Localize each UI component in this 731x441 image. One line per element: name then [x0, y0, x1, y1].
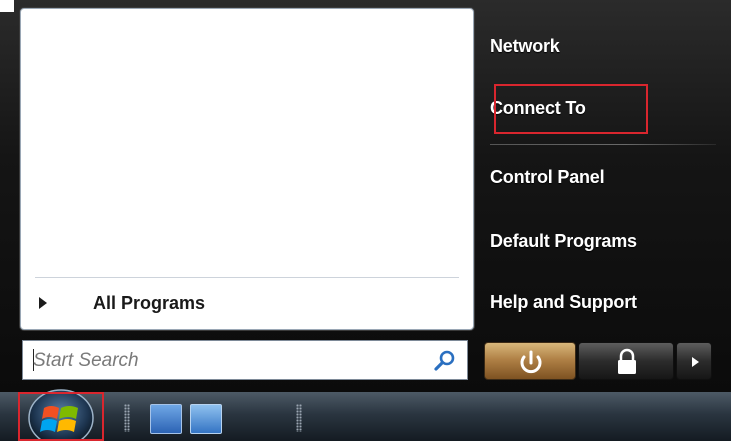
expand-arrow-icon — [39, 297, 47, 309]
programs-pane: All Programs — [20, 8, 474, 330]
shutdown-options-button[interactable] — [676, 342, 712, 380]
all-programs-label: All Programs — [93, 292, 206, 313]
help-and-support-link[interactable]: Help and Support — [490, 292, 637, 313]
magnifier-icon[interactable] — [433, 349, 457, 373]
lock-icon — [618, 348, 636, 374]
control-panel-link[interactable]: Control Panel — [490, 167, 605, 188]
screen-edge — [0, 0, 14, 12]
connect-to-highlight — [494, 84, 648, 134]
right-divider — [490, 144, 716, 145]
toolbar-grip[interactable] — [124, 404, 130, 432]
switch-windows-icon[interactable] — [190, 404, 222, 434]
power-button[interactable] — [484, 342, 576, 380]
show-desktop-icon[interactable] — [150, 404, 182, 434]
taskbar — [0, 392, 731, 441]
lock-button[interactable] — [578, 342, 674, 380]
default-programs-link[interactable]: Default Programs — [490, 231, 637, 252]
start-menu: All Programs Network Connect To Control … — [0, 0, 731, 392]
network-link[interactable]: Network — [490, 36, 560, 57]
arrow-right-icon — [692, 357, 699, 367]
toolbar-grip-2[interactable] — [296, 404, 302, 432]
power-icon — [520, 350, 542, 374]
all-programs-item[interactable]: All Programs — [35, 285, 205, 321]
divider — [35, 277, 459, 278]
start-button-highlight — [18, 392, 104, 441]
start-search-box[interactable] — [22, 340, 468, 380]
search-input[interactable] — [31, 347, 425, 375]
